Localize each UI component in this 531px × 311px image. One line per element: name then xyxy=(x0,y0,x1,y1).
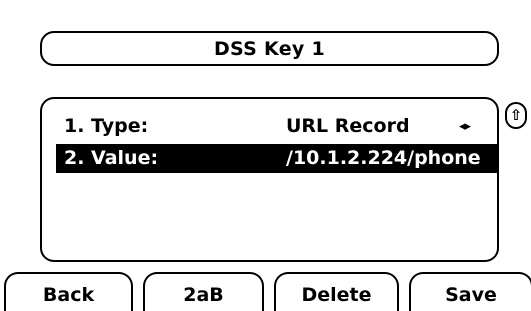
value-field[interactable]: /10.1.2.224/phone xyxy=(286,144,481,173)
value-label: 2. Value: xyxy=(64,147,159,169)
save-button-label: Save xyxy=(445,284,497,306)
input-mode-button[interactable]: 2aB xyxy=(143,272,264,311)
left-right-arrows-icon[interactable]: ◂▸ xyxy=(459,112,471,141)
screen-title: DSS Key 1 xyxy=(40,31,499,66)
back-button-label: Back xyxy=(42,284,95,306)
type-label: 1. Type: xyxy=(64,115,149,137)
save-button[interactable]: Save xyxy=(409,272,531,311)
list-item-type[interactable]: 1. Type: URL Record ◂▸ xyxy=(56,112,497,141)
back-button[interactable]: Back xyxy=(4,272,133,311)
scroll-up-icon[interactable]: ⇧ xyxy=(505,102,527,129)
type-value: URL Record xyxy=(286,115,410,137)
list-item-value-selected[interactable]: 2. Value: /10.1.2.224/phone xyxy=(56,144,497,173)
settings-list: 1. Type: URL Record ◂▸ 2. Value: /10.1.2… xyxy=(40,97,499,262)
input-mode-button-label: 2aB xyxy=(183,284,224,306)
scroll-up-glyph: ⇧ xyxy=(509,106,523,124)
delete-button-label: Delete xyxy=(301,284,372,306)
phone-screen: DSS Key 1 1. Type: URL Record ◂▸ 2. Valu… xyxy=(0,0,531,311)
delete-button[interactable]: Delete xyxy=(274,272,399,311)
softkey-bar: Back 2aB Delete Save xyxy=(0,272,531,311)
screen-title-text: DSS Key 1 xyxy=(213,37,326,60)
